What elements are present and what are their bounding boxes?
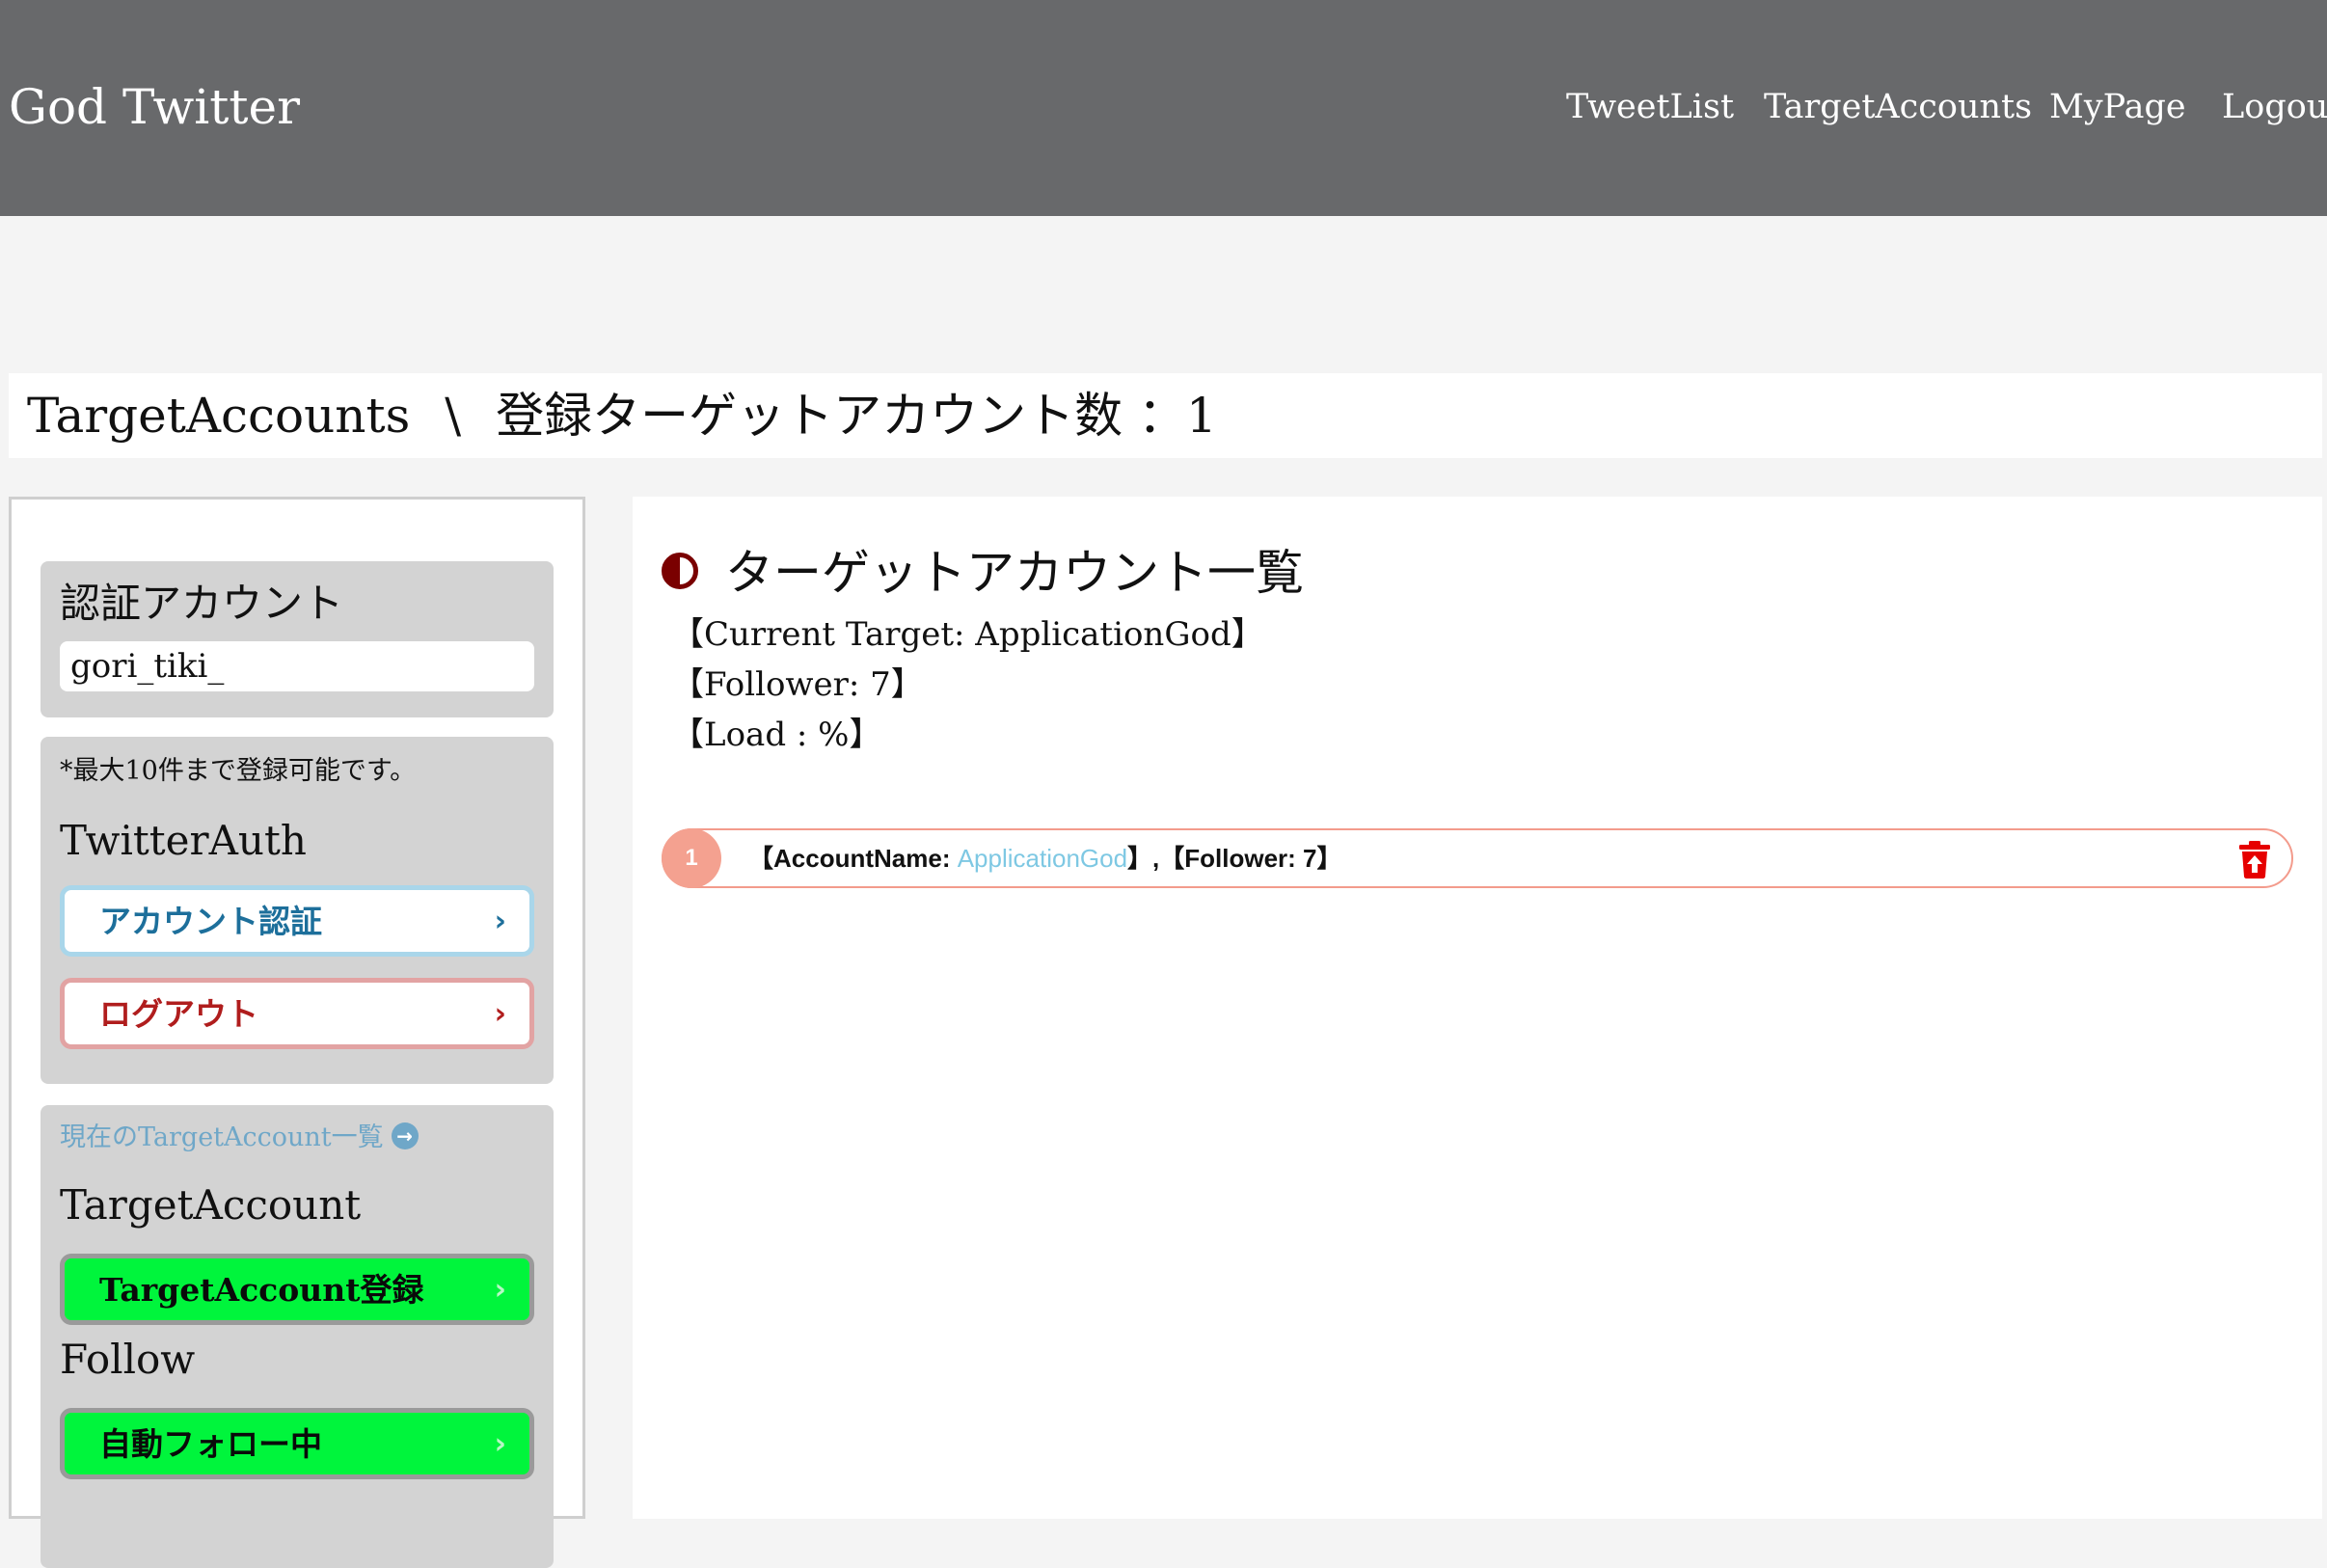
trash-icon[interactable] [2237, 840, 2272, 879]
follower-info: 【Follower: 7】 [671, 665, 924, 704]
auth-account-heading: 認証アカウント [60, 580, 344, 627]
page-title-count-value: ：1 [1138, 388, 1217, 444]
chevron-right-icon: › [494, 1427, 506, 1461]
target-account-register-button[interactable]: TargetAccount登録 › [60, 1254, 534, 1325]
account-auth-button-label: アカウント認証 [99, 903, 322, 940]
top-navbar: God Twitter TweetList TargetAccounts MyP… [0, 0, 2327, 216]
auth-account-panel: 認証アカウント gori_tiki_ [41, 561, 554, 717]
account-name-link[interactable]: ApplicationGod [958, 844, 1127, 873]
account-details: 【AccountName: ApplicationGod】,【Follower:… [748, 830, 1342, 886]
nav-tweetlist[interactable]: TweetList [1566, 83, 1734, 131]
target-account-heading: TargetAccount [60, 1181, 362, 1229]
target-account-register-button-label: TargetAccount登録 [99, 1271, 424, 1309]
account-name-prefix: 【AccountName: [748, 844, 958, 873]
current-target-info: 【Current Target: ApplicationGod】 [671, 615, 1264, 654]
follow-heading: Follow [60, 1336, 196, 1383]
brand-logo[interactable]: God Twitter [9, 75, 300, 139]
load-info: 【Load : %】 [671, 716, 882, 754]
page-title-bar: TargetAccounts \ 登録ターゲットアカウント数 ：1 [9, 373, 2322, 458]
nav-logout[interactable]: Logout [2222, 83, 2327, 131]
nav-targetaccounts[interactable]: TargetAccounts [1764, 83, 2032, 131]
sidebar: 認証アカウント gori_tiki_ *最大10件まで登録可能です。 Twitt… [9, 497, 585, 1568]
registration-limit-note: *最大10件まで登録可能です。 [60, 756, 417, 786]
twitter-logout-button-label: ログアウト [99, 995, 258, 1033]
current-target-list-link[interactable]: 現在のTargetAccount一覧 → [60, 1119, 419, 1157]
page-title: TargetAccounts \ 登録ターゲットアカウント数 ：1 [27, 373, 1217, 458]
account-auth-button[interactable]: アカウント認証 › [60, 885, 534, 957]
twitter-auth-panel: *最大10件まで登録可能です。 TwitterAuth アカウント認証 › ログ… [41, 737, 554, 1084]
chevron-right-icon: › [494, 1273, 506, 1307]
chevron-right-icon: › [494, 997, 506, 1031]
page-title-main: TargetAccounts [27, 388, 411, 444]
main-content: ターゲットアカウント一覧 【Current Target: Applicatio… [633, 497, 2322, 1519]
account-index-badge: 1 [662, 828, 721, 888]
nav-mypage[interactable]: MyPage [2049, 83, 2186, 131]
auth-account-field: gori_tiki_ [60, 641, 534, 691]
section-title: ターゲットアカウント一覧 [725, 545, 1304, 601]
half-circle-icon [662, 553, 698, 589]
page-title-separator: \ [445, 388, 462, 444]
auto-follow-button[interactable]: 自動フォロー中 › [60, 1408, 534, 1479]
chevron-right-icon: › [494, 905, 506, 938]
current-target-list-link-label: 現在のTargetAccount一覧 [60, 1122, 384, 1152]
twitter-auth-heading: TwitterAuth [60, 817, 307, 864]
account-list-item: 1 【AccountName: ApplicationGod】,【Followe… [662, 828, 2293, 888]
arrow-circle-right-icon: → [391, 1122, 419, 1149]
page-title-count-label: 登録ターゲットアカウント数 [496, 388, 1123, 444]
auto-follow-button-label: 自動フォロー中 [99, 1425, 322, 1463]
target-account-panel: 現在のTargetAccount一覧 → TargetAccount Target… [41, 1105, 554, 1568]
account-follower-suffix: 】,【Follower: 7】 [1127, 844, 1342, 873]
twitter-logout-button[interactable]: ログアウト › [60, 978, 534, 1049]
